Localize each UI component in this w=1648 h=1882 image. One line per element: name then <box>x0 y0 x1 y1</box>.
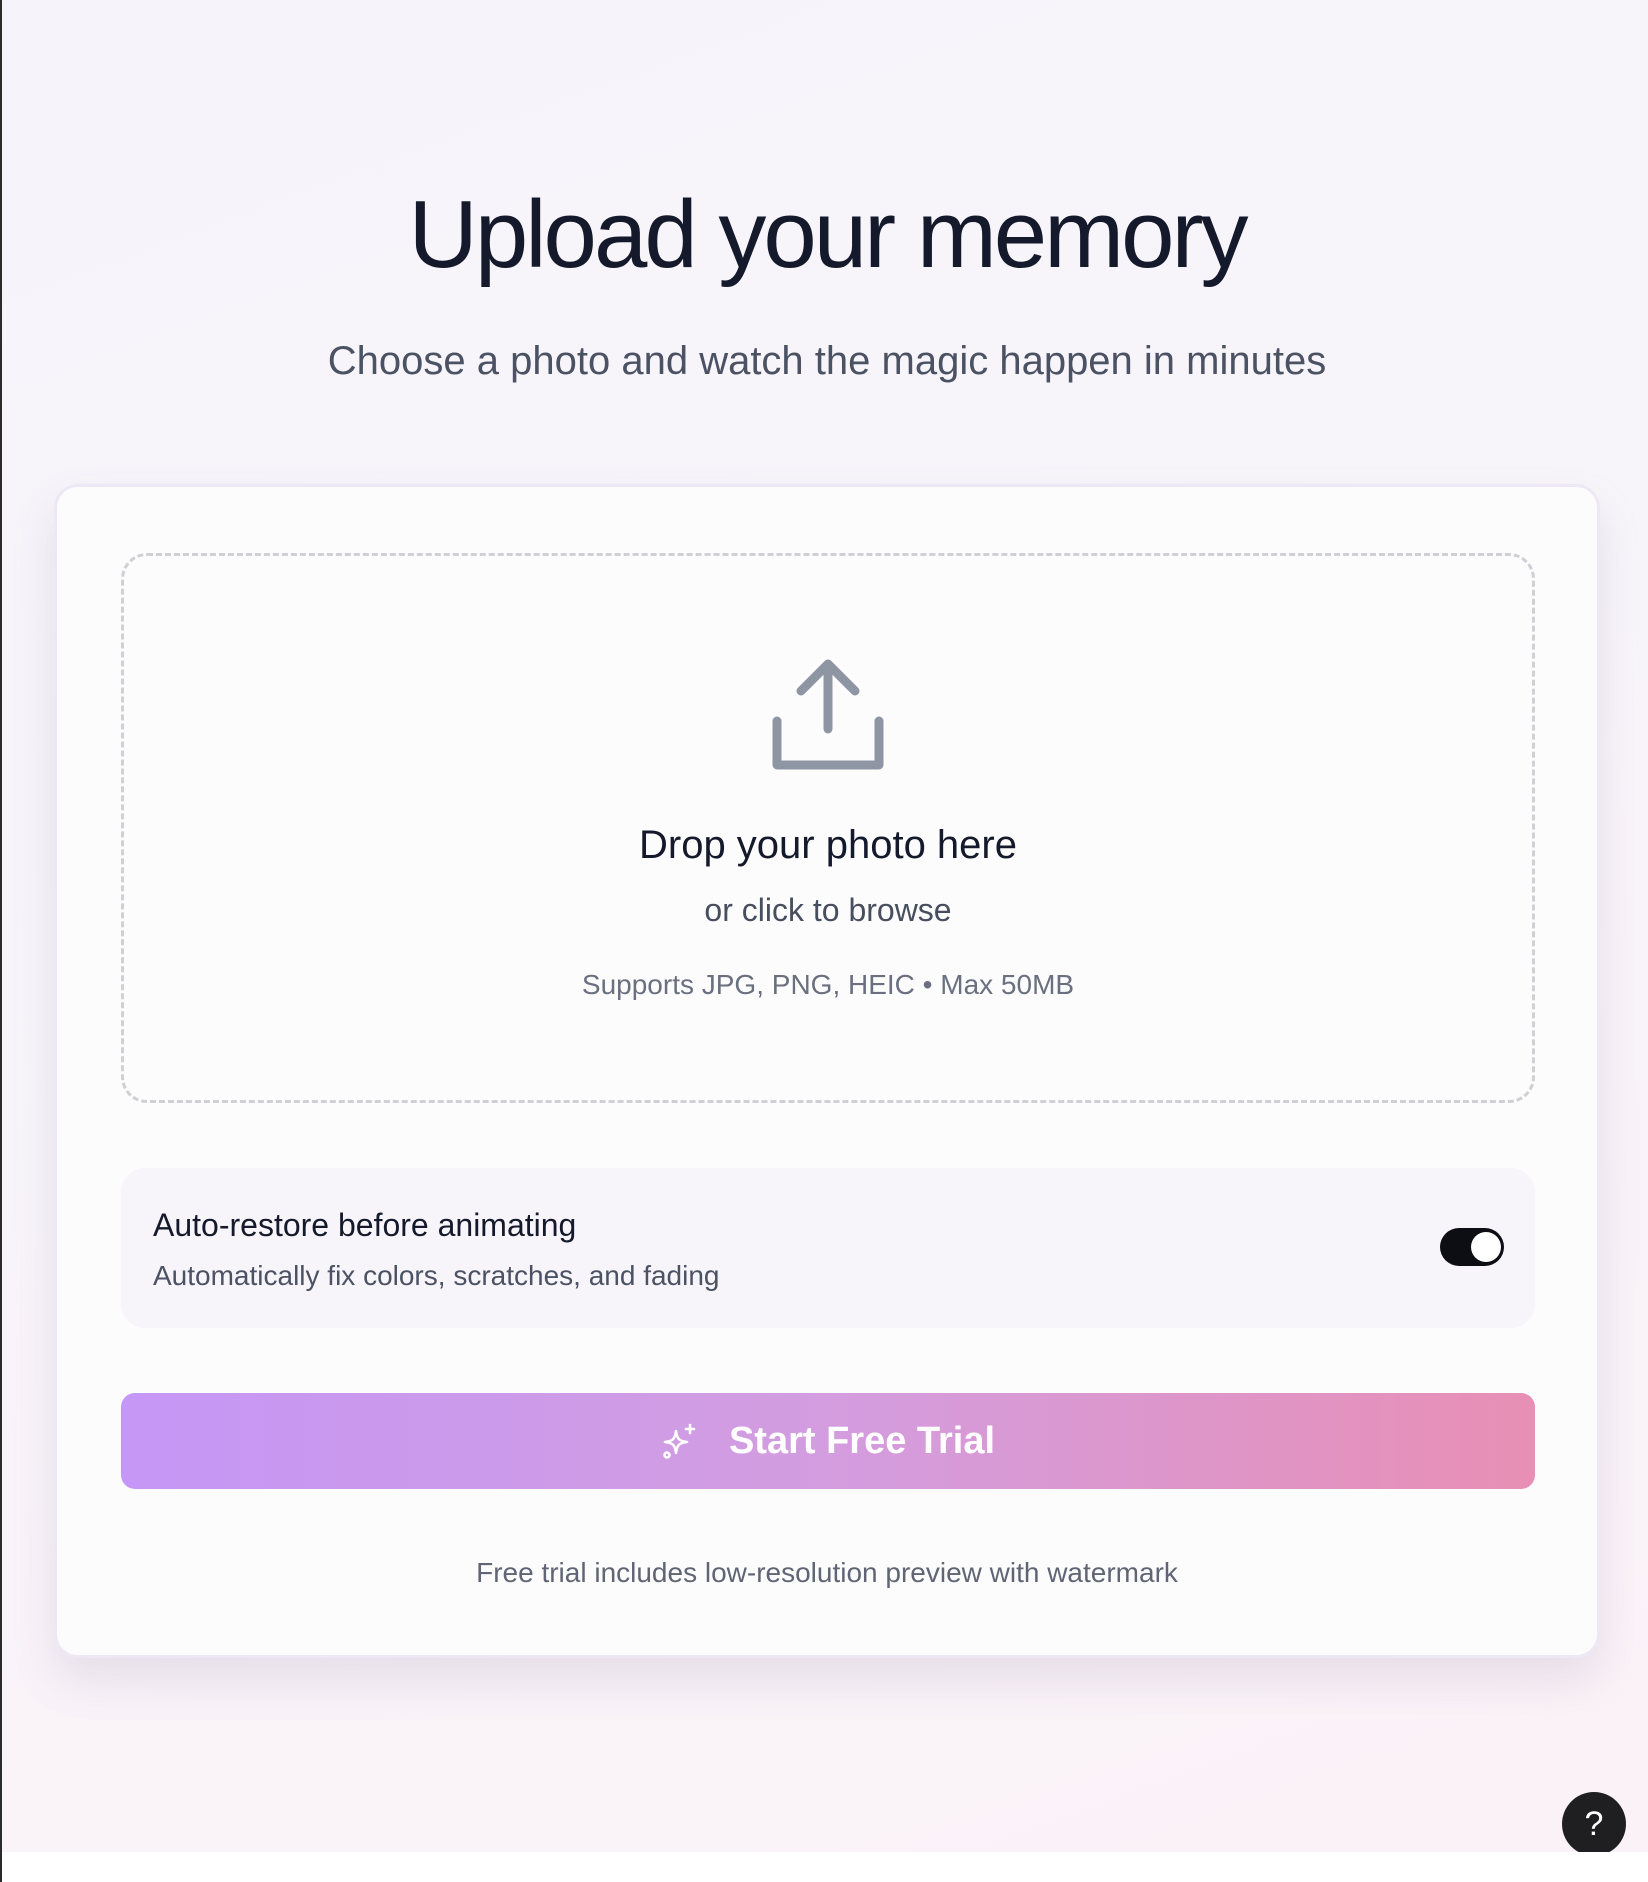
photo-dropzone[interactable]: Drop your photo here or click to browse … <box>121 553 1535 1103</box>
auto-restore-option: Auto-restore before animating Automatica… <box>121 1168 1535 1328</box>
sparkle-icon <box>663 1423 696 1459</box>
browse-link[interactable]: or click to browse <box>124 890 1532 930</box>
cta-content: Start Free Trial <box>121 1393 1535 1489</box>
upload-icon <box>772 659 884 770</box>
toggle-knob <box>1471 1232 1501 1262</box>
auto-restore-description: Automatically fix colors, scratches, and… <box>153 1260 720 1291</box>
start-free-trial-button[interactable]: Start Free Trial <box>121 1393 1535 1489</box>
dropzone-title: Drop your photo here <box>638 823 1017 867</box>
auto-restore-title: Auto-restore before animating <box>153 1207 577 1243</box>
help-icon[interactable]: ? <box>1562 1792 1626 1856</box>
start-free-trial-label: Start Free Trial <box>728 1420 996 1462</box>
trial-fine-print: Free trial includes low-resolution previ… <box>476 1557 1178 1588</box>
page-title: Upload your memory <box>408 181 1249 288</box>
upload-card: Drop your photo here or click to browse … <box>54 484 1600 1658</box>
page-bottom-edge <box>0 1852 1648 1882</box>
supported-formats-text: Supports JPG, PNG, HEIC • Max 50MB <box>581 969 1075 1000</box>
page-subtitle: Choose a photo and watch the magic happe… <box>327 339 1327 383</box>
auto-restore-toggle[interactable] <box>1440 1228 1504 1266</box>
page-background: Upload your memory Choose a photo and wa… <box>0 0 1648 1856</box>
